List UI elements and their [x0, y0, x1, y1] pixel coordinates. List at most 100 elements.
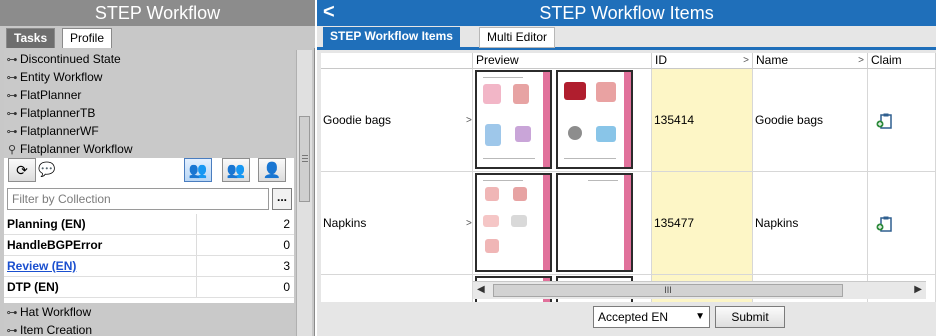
tab-multi-editor[interactable]: Multi Editor [479, 27, 556, 48]
panel-title-text: STEP Workflow Items [539, 3, 714, 23]
panel-title: < STEP Workflow Items [317, 0, 936, 26]
state-count: 2 [283, 217, 290, 231]
divider [196, 214, 197, 234]
key-icon: ⊶ [6, 306, 18, 319]
column-header-preview[interactable]: Preview [473, 53, 652, 69]
users-icon: 👥 [226, 162, 246, 179]
column-header-label: Name [756, 53, 789, 67]
row-title: Goodie bags [323, 113, 392, 127]
key-icon: ⊶ [6, 125, 18, 138]
scroll-left-icon[interactable]: ◀ [477, 284, 485, 295]
tree-item[interactable]: ⊶ Discontinued State [4, 50, 294, 68]
tree-item[interactable]: ⊶ FlatplannerTB [4, 104, 294, 122]
collection-filter-input[interactable]: Filter by Collection [7, 188, 269, 210]
scroll-right-icon[interactable]: ▶ [914, 284, 922, 295]
workflow-panel: STEP Workflow Tasks Profile ⊶ Discontinu… [0, 0, 315, 336]
name-cell: Goodie bags [753, 69, 868, 172]
column-header-label: ID [655, 53, 667, 67]
item-name: Napkins [755, 216, 799, 230]
row-title-cell[interactable]: Napkins [321, 172, 473, 275]
key-icon: ⊶ [6, 53, 18, 66]
chevron-right-icon[interactable]: > [466, 218, 472, 229]
item-id: 135477 [654, 216, 695, 230]
filter-browse-button[interactable]: ... [272, 188, 292, 210]
tab-step-workflow-items[interactable]: STEP Workflow Items [323, 27, 460, 48]
state-row[interactable]: Planning (EN) 2 [4, 214, 294, 235]
tab-profile[interactable]: Profile [62, 28, 113, 48]
tree-item-label: Discontinued State [20, 52, 121, 66]
column-header-name[interactable]: Name > [753, 53, 868, 69]
workflow-items-panel: < STEP Workflow Items STEP Workflow Item… [317, 0, 936, 336]
tree-item-label: Hat Workflow [20, 305, 92, 319]
item-id: 135414 [654, 113, 695, 127]
preview-thumbnail[interactable] [475, 173, 552, 272]
single-user-button[interactable]: 👤 [258, 158, 286, 182]
claim-clipboard-icon[interactable] [876, 215, 894, 233]
chevron-right-icon[interactable]: > [466, 115, 472, 126]
column-header-label: Claim [871, 53, 902, 67]
chevron-right-icon: > [858, 55, 864, 66]
column-header-title[interactable] [321, 53, 473, 69]
speech-bubble-icon[interactable]: 💬 [38, 161, 55, 178]
claim-clipboard-icon[interactable] [876, 112, 894, 130]
grid-horizontal-scrollbar[interactable]: ◀ III ▶ [473, 281, 926, 299]
preview-cell [473, 172, 652, 275]
column-header-claim[interactable]: Claim [868, 53, 936, 69]
state-row[interactable]: HandleBGPError 0 [4, 235, 294, 256]
tree-item-label: FlatplannerTB [20, 106, 96, 120]
column-header-label: Preview [476, 53, 519, 67]
column-header-id[interactable]: ID > [652, 53, 753, 69]
tree-item-label: Entity Workflow [20, 70, 103, 84]
preview-thumbnail[interactable] [556, 173, 633, 272]
row-title-cell[interactable] [321, 275, 473, 302]
tab-tasks[interactable]: Tasks [6, 28, 56, 48]
state-row[interactable]: DTP (EN) 0 [4, 277, 294, 298]
key-icon: ⊶ [6, 324, 18, 336]
preview-thumbnail[interactable] [556, 70, 633, 169]
tree-item[interactable]: ⊶ Entity Workflow [4, 68, 294, 86]
tree-item[interactable]: ⊶ FlatplannerWF [4, 122, 294, 140]
refresh-button[interactable]: ⟳ [8, 158, 36, 182]
preview-thumbnail[interactable] [475, 70, 552, 169]
tree-item-label: Item Creation [20, 323, 93, 336]
panel-tabs: STEP Workflow Items Multi Editor [317, 26, 936, 50]
tree-scrollbar[interactable] [296, 50, 312, 336]
claim-cell [868, 69, 936, 172]
state-select-value: Accepted EN [598, 310, 669, 324]
state-select[interactable]: Accepted EN ▼ [593, 306, 710, 328]
items-grid: Preview ID > Name > Claim Goodie bags > [321, 53, 936, 302]
item-name: Goodie bags [755, 113, 824, 127]
tree-item-expanded[interactable]: ⚲ Flatplanner Workflow [4, 140, 294, 158]
row-title-cell[interactable]: Goodie bags [321, 69, 473, 172]
tree-item[interactable]: ⊶ Hat Workflow [4, 303, 294, 321]
id-cell: 135477 [652, 172, 753, 275]
back-arrow-icon[interactable]: < [323, 0, 335, 24]
chevron-right-icon: > [743, 55, 749, 66]
key-icon: ⊶ [6, 107, 18, 120]
tree-item[interactable]: ⊶ FlatPlanner [4, 86, 294, 104]
state-name: Planning (EN) [7, 217, 86, 231]
scrollbar-thumb[interactable]: III [493, 284, 843, 297]
submit-button[interactable]: Submit [715, 306, 785, 328]
users-group-icon: 👥 [188, 162, 208, 179]
refresh-icon: ⟳ [16, 161, 28, 178]
scrollbar-thumb[interactable] [299, 116, 310, 202]
panel-title: STEP Workflow [0, 0, 315, 26]
state-count: 0 [283, 238, 290, 252]
key-icon: ⊶ [6, 71, 18, 84]
state-count: 0 [283, 280, 290, 294]
chevron-down-icon: ▼ [695, 311, 705, 322]
state-name: DTP (EN) [7, 280, 59, 294]
key-expanded-icon: ⚲ [7, 143, 17, 156]
tree-item-label: FlatPlanner [20, 88, 82, 102]
name-cell: Napkins [753, 172, 868, 275]
tree-item-label: FlatplannerWF [20, 124, 99, 138]
row-title: Napkins [323, 216, 367, 230]
group-users-button[interactable]: 👥 [184, 158, 212, 182]
state-row[interactable]: Review (EN) 3 [4, 256, 294, 277]
tree-item[interactable]: ⊶ Item Creation [4, 321, 294, 336]
state-name-link[interactable]: Review (EN) [7, 259, 76, 273]
divider [196, 235, 197, 255]
state-name: HandleBGPError [7, 238, 103, 252]
users-button[interactable]: 👥 [222, 158, 250, 182]
